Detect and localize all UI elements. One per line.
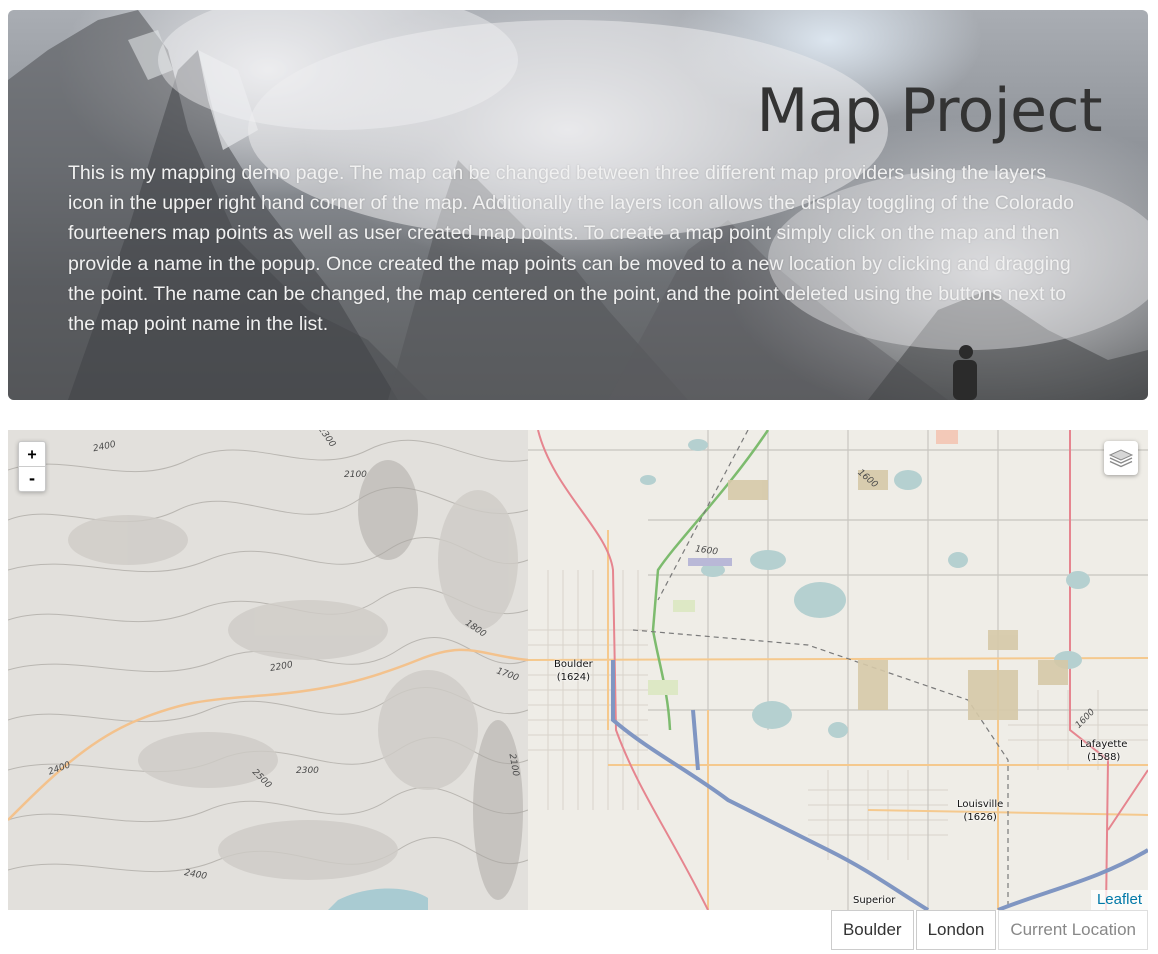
place-elevation: (1624) [556, 672, 590, 683]
place-label-boulder: Boulder (1624) [554, 658, 593, 684]
contour-label: 2100 [344, 470, 367, 480]
contour-label: 2300 [296, 766, 319, 776]
zoom-out-button[interactable]: - [19, 466, 45, 491]
layers-control-button[interactable] [1104, 441, 1138, 475]
place-elevation: (1626) [963, 812, 997, 823]
place-elevation: (1588) [1087, 752, 1121, 763]
page-title: Map Project [756, 76, 1103, 146]
zoom-control: + - [18, 441, 46, 492]
location-button-group: Boulder London Current Location [830, 910, 1148, 950]
map-canvas[interactable]: 2400 2300 2100 1600 1600 1800 2200 1700 … [8, 430, 1148, 910]
london-button[interactable]: London [915, 910, 997, 950]
place-name: Boulder [554, 659, 593, 670]
layers-icon [1108, 449, 1134, 468]
place-name: Superior [853, 895, 896, 906]
place-label-superior: Superior [853, 894, 895, 907]
place-name: Lafayette [1080, 739, 1128, 750]
place-name: Louisville [957, 799, 1004, 810]
boulder-button[interactable]: Boulder [830, 910, 914, 950]
page-description: This is my mapping demo page. The map ca… [68, 162, 1074, 336]
current-location-button[interactable]: Current Location [998, 910, 1148, 950]
zoom-in-button[interactable]: + [19, 442, 45, 466]
hero-banner: Map Project This is my mapping demo page… [8, 10, 1148, 400]
place-label-louisville: Louisville (1626) [957, 798, 1003, 824]
leaflet-attribution-link[interactable]: Leaflet [1090, 890, 1148, 910]
place-label-lafayette: Lafayette (1588) [1080, 738, 1127, 764]
